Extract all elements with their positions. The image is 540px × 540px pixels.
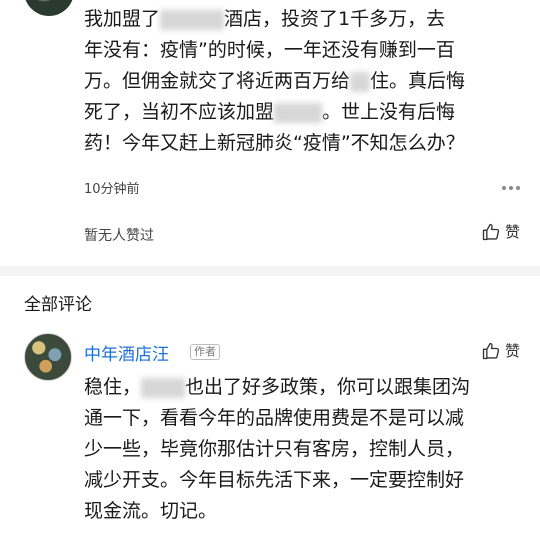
thumbs-up-icon [481, 341, 501, 361]
reply-line: 现金流。切记。 [84, 500, 218, 522]
comment-text-part: 万。但佣金就交了将近两百万给 [84, 70, 351, 92]
comment-text-part: 酒店，投资了1千多万，去 [224, 8, 446, 30]
reply-text-part: 也出了好多政策，你可以跟集团沟 [185, 376, 471, 398]
comment-text-part: 死了，当初不应该加盟 [84, 101, 275, 123]
like-button[interactable]: 赞 [481, 221, 520, 242]
reply-line: 通一下，看看今年的品牌使用费是不是可以减 [84, 407, 465, 429]
comment-text-part: 住。真后悔 [370, 70, 466, 92]
reply-line: 少一些，毕竟你那估计只有客房，控制人员， [84, 438, 465, 460]
reply-line: 稳住， 也出了好多政策，你可以跟集团沟 [84, 372, 528, 403]
avatar[interactable] [24, 0, 74, 16]
avatar[interactable] [24, 333, 72, 381]
like-button[interactable]: 赞 [481, 340, 520, 361]
blurred-name [350, 71, 371, 92]
reply-text: 稳住， 也出了好多政策，你可以跟集团沟 通一下，看看今年的品牌使用费是不是可以减 … [84, 372, 528, 527]
reply-line: 减少开支。今年目标先活下来，一定要控制好 [84, 469, 465, 491]
more-dots-icon[interactable] [502, 186, 520, 190]
comment-line: 万。但佣金就交了将近两百万给 住。真后悔 [84, 66, 528, 97]
blurred-name [141, 377, 186, 398]
section-title: 全部评论 [24, 295, 92, 315]
no-likes-text: 暂无人赞过 [84, 228, 154, 244]
like-label: 赞 [504, 223, 520, 241]
thumbs-up-icon [481, 222, 501, 242]
comment-line: 我加盟了 酒店，投资了1千多万，去 [84, 4, 528, 35]
comment-text-part: 。世上没有后悔 [322, 101, 456, 123]
like-label: 赞 [504, 342, 520, 360]
comment-text-part: 我加盟了 [84, 8, 161, 30]
original-comment: 我加盟了 酒店，投资了1千多万，去 年没有：疫情”的时候，一年还没有赚到一百 万。… [0, 0, 540, 266]
blurred-name [160, 9, 225, 30]
author-badge: 作者 [190, 344, 220, 360]
comment-line: 死了，当初不应该加盟 。世上没有后悔 [84, 97, 528, 128]
reply-text-part: 稳住， [84, 376, 142, 398]
reply-author-name[interactable]: 中年酒店汪 [84, 340, 169, 365]
comment-line: 药！今年又赶上新冠肺炎“疫情”不知怎么办？ [84, 132, 465, 154]
timestamp: 10分钟前 [84, 182, 140, 197]
comment-text: 我加盟了 酒店，投资了1千多万，去 年没有：疫情”的时候，一年还没有赚到一百 万。… [84, 4, 528, 159]
comment-line: 年没有：疫情”的时候，一年还没有赚到一百 [84, 39, 455, 61]
blurred-name [274, 102, 323, 123]
section-divider [0, 266, 540, 276]
